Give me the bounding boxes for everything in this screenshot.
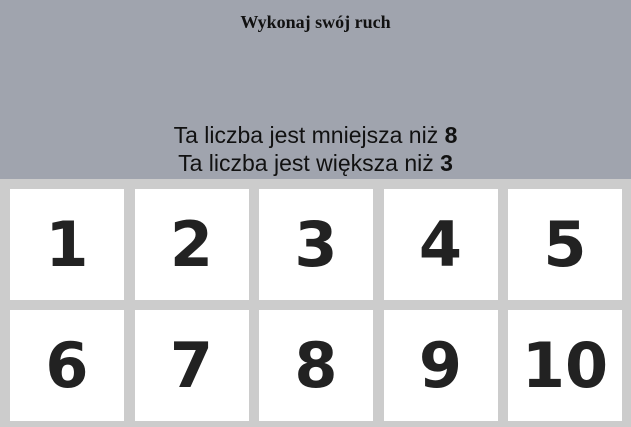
number-tile-2[interactable]: 2 [134, 189, 249, 300]
number-tile-5[interactable]: 5 [508, 189, 622, 300]
number-tile-8[interactable]: 8 [259, 310, 373, 421]
number-grid: 1 2 3 4 5 6 7 8 9 10 [10, 189, 622, 421]
number-tile-9[interactable]: 9 [383, 310, 498, 421]
hint-less-than: Ta liczba jest mniejsza niż 8 [0, 121, 631, 149]
number-tile-7[interactable]: 7 [134, 310, 249, 421]
hint-text: Ta liczba jest mniejsza niż [173, 122, 445, 148]
number-tile-10[interactable]: 10 [508, 310, 622, 421]
hint-text: Ta liczba jest większa niż [178, 150, 441, 176]
number-tile-6[interactable]: 6 [10, 310, 124, 421]
header-panel: Wykonaj swój ruch Ta liczba jest mniejsz… [0, 0, 631, 179]
hint-greater-than: Ta liczba jest większa niż 3 [0, 149, 631, 177]
number-tile-4[interactable]: 4 [383, 189, 498, 300]
hint-value: 8 [444, 122, 458, 148]
number-tile-1[interactable]: 1 [10, 189, 124, 300]
number-tile-3[interactable]: 3 [259, 189, 373, 300]
hint-value: 3 [440, 150, 453, 176]
page-title: Wykonaj swój ruch [240, 12, 391, 32]
